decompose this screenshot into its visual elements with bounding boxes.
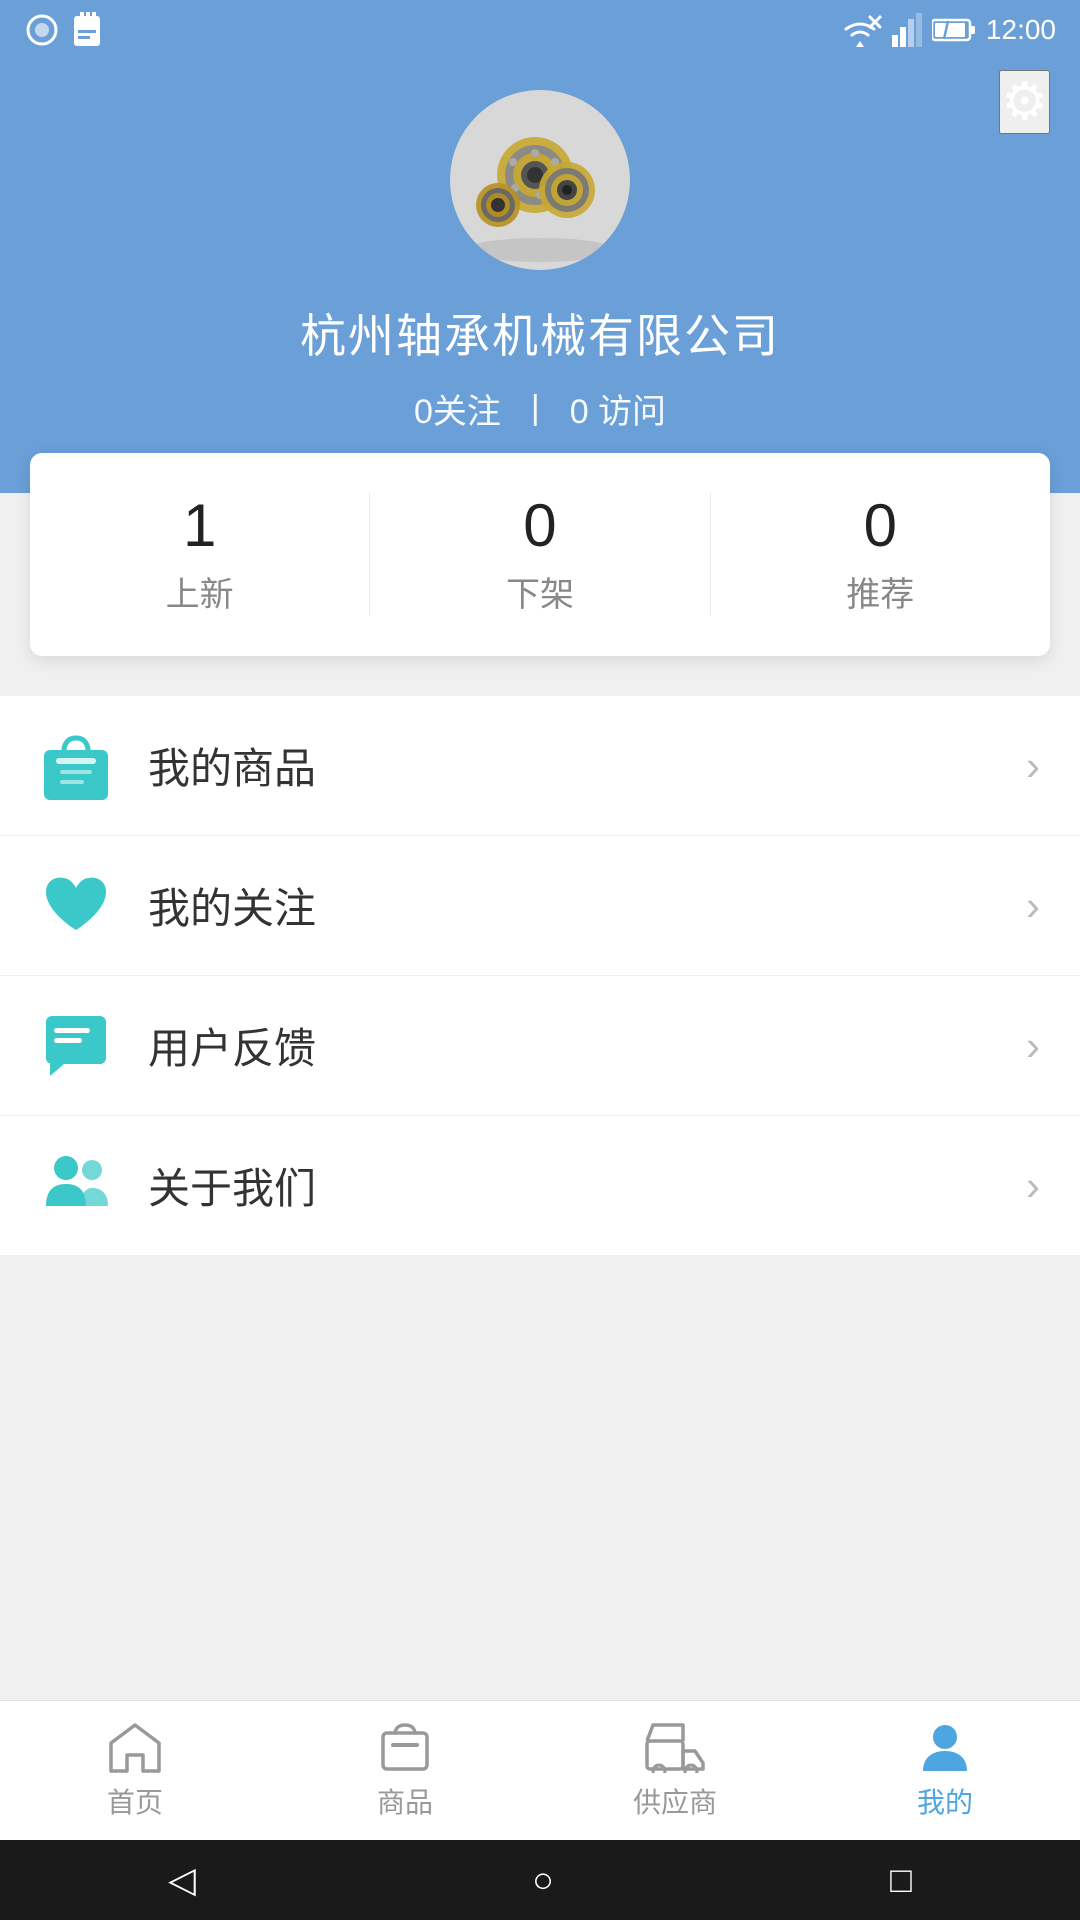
status-icon-1 — [24, 12, 60, 48]
follow-divider: | — [531, 389, 540, 428]
stats-card: 1 上新 0 下架 0 推荐 — [30, 453, 1050, 656]
menu-item-feedback[interactable]: 用户反馈 › — [0, 976, 1080, 1116]
stat-new-label: 上新 — [166, 567, 234, 616]
about-icon — [40, 1150, 112, 1222]
stat-offline-label: 下架 — [506, 567, 574, 616]
menu-label-my-products: 我的商品 — [148, 735, 1026, 796]
status-time: 12:00 — [986, 14, 1056, 46]
menu-item-my-products[interactable]: 我的商品 › — [0, 696, 1080, 836]
nav-item-suppliers[interactable]: 供应商 — [540, 1701, 810, 1840]
signal-icon — [892, 13, 922, 47]
avatar-image — [450, 90, 630, 270]
nav-label-suppliers: 供应商 — [633, 1781, 717, 1821]
stat-new: 1 上新 — [30, 493, 370, 616]
nav-label-home: 首页 — [107, 1781, 163, 1821]
company-name: 杭州轴承机械有限公司 — [300, 300, 780, 366]
menu-list: 我的商品 › 我的关注 › 用户反馈 › 关于我们 › — [0, 696, 1080, 1256]
chevron-feedback: › — [1026, 1022, 1040, 1070]
status-left-icons — [24, 12, 102, 48]
follow-info: 0关注 | 0 访问 — [414, 384, 666, 433]
stat-offline-value: 0 — [523, 493, 556, 559]
status-right-icons: 12:00 — [838, 13, 1056, 47]
home-button[interactable]: ○ — [532, 1859, 554, 1901]
profile-header: ⚙ — [0, 60, 1080, 493]
feedback-icon — [40, 1010, 112, 1082]
recents-button[interactable]: □ — [890, 1859, 912, 1901]
visit-count: 0 访问 — [570, 384, 666, 433]
stat-new-value: 1 — [183, 493, 216, 559]
bottom-nav: 首页 商品 供应商 我的 — [0, 1700, 1080, 1840]
home-icon — [107, 1721, 163, 1773]
follow-count: 0关注 — [414, 384, 501, 433]
stat-offline: 0 下架 — [370, 493, 710, 616]
menu-label-my-follows: 我的关注 — [148, 875, 1026, 936]
suppliers-icon — [645, 1721, 705, 1773]
nav-item-mine[interactable]: 我的 — [810, 1701, 1080, 1840]
battery-icon — [932, 16, 976, 44]
chevron-about-us: › — [1026, 1162, 1040, 1210]
back-button[interactable]: ◁ — [168, 1859, 196, 1901]
status-icon-2 — [72, 12, 102, 48]
heart-icon — [40, 870, 112, 942]
wifi-icon — [838, 13, 882, 47]
chevron-my-products: › — [1026, 742, 1040, 790]
settings-button[interactable]: ⚙ — [999, 70, 1050, 134]
stat-recommend-value: 0 — [864, 493, 897, 559]
menu-label-feedback: 用户反馈 — [148, 1015, 1026, 1076]
shopping-bag-icon — [40, 730, 112, 802]
system-nav-bar: ◁ ○ □ — [0, 1840, 1080, 1920]
chevron-my-follows: › — [1026, 882, 1040, 930]
nav-label-mine: 我的 — [917, 1781, 973, 1821]
menu-label-about-us: 关于我们 — [148, 1155, 1026, 1216]
avatar[interactable] — [450, 90, 630, 270]
products-icon — [379, 1721, 431, 1773]
status-bar: 12:00 — [0, 0, 1080, 60]
stat-recommend-label: 推荐 — [846, 567, 914, 616]
nav-item-home[interactable]: 首页 — [0, 1701, 270, 1840]
stat-recommend: 0 推荐 — [711, 493, 1050, 616]
menu-item-my-follows[interactable]: 我的关注 › — [0, 836, 1080, 976]
mine-icon — [919, 1721, 971, 1773]
menu-item-about-us[interactable]: 关于我们 › — [0, 1116, 1080, 1256]
nav-item-products[interactable]: 商品 — [270, 1701, 540, 1840]
nav-label-products: 商品 — [377, 1781, 433, 1821]
